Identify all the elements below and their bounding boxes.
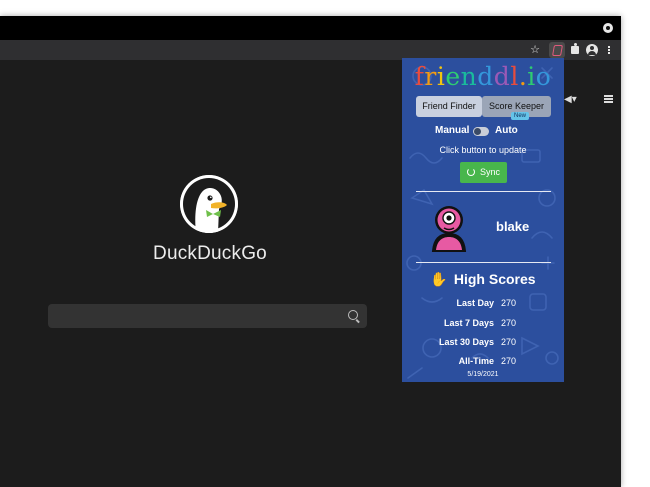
brand-letter: r xyxy=(424,62,437,91)
score-value-last-30-days: 270 xyxy=(501,337,517,347)
brand-letter: e xyxy=(445,62,461,91)
sync-label: Sync xyxy=(479,167,500,177)
score-value-last-7-days: 270 xyxy=(501,318,517,328)
wave-icon: ✋ xyxy=(430,271,448,287)
popup-tabs: Friend Finder Score Keeper xyxy=(416,96,551,117)
score-value-all-time: 270 xyxy=(501,356,517,366)
brand-letter: i xyxy=(527,62,536,91)
divider xyxy=(416,262,551,263)
score-label-all-time: All-Time xyxy=(458,356,494,366)
frienddl-logo: frienddl.io xyxy=(402,61,564,93)
brand-letter: f xyxy=(414,62,425,91)
manual-label: Manual xyxy=(435,125,470,136)
search-input[interactable] xyxy=(54,307,343,327)
megaphone-icon[interactable]: ◀▾ xyxy=(564,94,586,106)
ddg-brand-title: DuckDuckGo xyxy=(153,243,267,264)
username: blake xyxy=(496,219,530,234)
window-control-icon[interactable] xyxy=(603,23,613,33)
menu-dots-icon[interactable] xyxy=(601,42,617,58)
duck-logo[interactable] xyxy=(180,175,238,233)
brand-letter: n xyxy=(460,62,478,91)
tab-friend-finder[interactable]: Friend Finder xyxy=(416,96,482,117)
sync-icon xyxy=(466,168,475,176)
brand-letter: . xyxy=(518,62,528,91)
score-value-last-day: 270 xyxy=(501,298,517,308)
score-label-last-7-days: Last 7 Days xyxy=(443,318,494,328)
score-label-last-day: Last Day xyxy=(456,298,494,308)
score-label-last-30-days: Last 30 Days xyxy=(438,337,494,347)
frienddl-extension-icon[interactable] xyxy=(549,42,565,58)
hamburger-icon[interactable] xyxy=(604,95,613,97)
mode-toggle-row: Manual Auto xyxy=(402,125,564,139)
search-box[interactable] xyxy=(48,304,367,328)
sync-button[interactable]: Sync xyxy=(460,162,507,183)
brand-letter: d xyxy=(477,62,494,91)
brand-letter: l xyxy=(510,62,519,91)
profile-icon[interactable] xyxy=(584,42,600,58)
player-avatar xyxy=(424,203,474,253)
tab-strip xyxy=(0,16,621,40)
puzzle-icon[interactable] xyxy=(567,42,583,58)
frienddl-popup: frienddl.io Friend Finder Score Keeper N… xyxy=(402,58,564,382)
high-scores-title: ✋ High Scores xyxy=(402,271,564,288)
brand-letter: i xyxy=(436,62,446,91)
brand-letter: o xyxy=(535,62,552,91)
score-date: 5/19/2021 xyxy=(467,371,499,378)
high-scores-label: High Scores xyxy=(453,271,536,287)
auto-toggle[interactable] xyxy=(473,127,489,136)
browser-toolbar: ☆ xyxy=(0,40,621,60)
auto-label: Auto xyxy=(495,125,518,136)
star-icon[interactable]: ☆ xyxy=(527,42,543,58)
update-hint: Click button to update xyxy=(439,145,527,155)
brand-letter: d xyxy=(493,62,511,91)
divider xyxy=(416,191,551,192)
new-badge: New xyxy=(511,112,530,120)
search-icon[interactable] xyxy=(348,310,358,320)
